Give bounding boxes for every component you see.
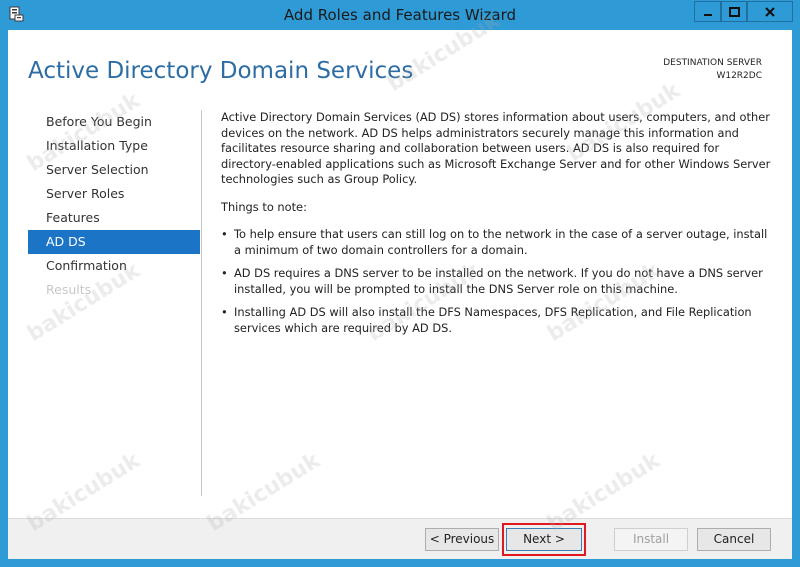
maximize-icon — [728, 6, 740, 17]
page-title: Active Directory Domain Services — [28, 58, 414, 84]
nav-divider — [201, 110, 202, 496]
destination-server-name: W12R2DC — [716, 71, 762, 81]
minimize-button[interactable] — [694, 1, 721, 22]
nav-item-confirmation[interactable]: Confirmation — [28, 254, 200, 278]
bullet: • — [221, 305, 228, 319]
nav-item-server-selection[interactable]: Server Selection — [28, 158, 200, 182]
previous-button[interactable]: < Previous — [425, 528, 499, 551]
bullet: • — [221, 227, 228, 241]
wizard-nav: Before You Begin Installation Type Serve… — [28, 110, 200, 302]
nav-item-features[interactable]: Features — [28, 206, 200, 230]
bullet: • — [221, 266, 228, 280]
list-item: • AD DS requires a DNS server to be inst… — [221, 266, 773, 297]
notes-heading: Things to note: — [221, 199, 307, 214]
destination-server-info: DESTINATION SERVER W12R2DC — [663, 57, 762, 83]
minimize-icon — [703, 13, 712, 16]
list-item: • To help ensure that users can still lo… — [221, 227, 773, 258]
nav-item-results: Results — [46, 282, 92, 297]
content-pane: Active Directory Domain Services (AD DS)… — [221, 110, 773, 344]
nav-item-ad-ds[interactable]: AD DS — [28, 230, 200, 254]
nav-item-before-you-begin[interactable]: Before You Begin — [28, 110, 200, 134]
wizard-footer: < Previous Next > Install Cancel — [8, 518, 792, 559]
wizard-window: Add Roles and Features Wizard Active Dir… — [0, 0, 800, 567]
install-button: Install — [614, 528, 688, 551]
notes-list: • To help ensure that users can still lo… — [221, 227, 773, 336]
close-button[interactable] — [747, 1, 793, 22]
note-text: Installing AD DS will also install the D… — [234, 305, 752, 335]
next-button[interactable]: Next > — [506, 528, 582, 551]
nav-item-installation-type[interactable]: Installation Type — [28, 134, 200, 158]
note-text: AD DS requires a DNS server to be instal… — [234, 266, 763, 296]
close-icon — [765, 6, 775, 17]
destination-server-label: DESTINATION SERVER — [663, 58, 762, 68]
cancel-button[interactable]: Cancel — [697, 528, 771, 551]
intro-paragraph: Active Directory Domain Services (AD DS)… — [221, 110, 771, 186]
nav-item-server-roles[interactable]: Server Roles — [28, 182, 200, 206]
window-title: Add Roles and Features Wizard — [283, 6, 517, 24]
wizard-client-area: Active Directory Domain Services DESTINA… — [8, 30, 792, 559]
title-bar[interactable]: Add Roles and Features Wizard — [0, 0, 800, 30]
note-text: To help ensure that users can still log … — [234, 227, 768, 257]
list-item: • Installing AD DS will also install the… — [221, 305, 773, 336]
maximize-button[interactable] — [721, 1, 747, 22]
